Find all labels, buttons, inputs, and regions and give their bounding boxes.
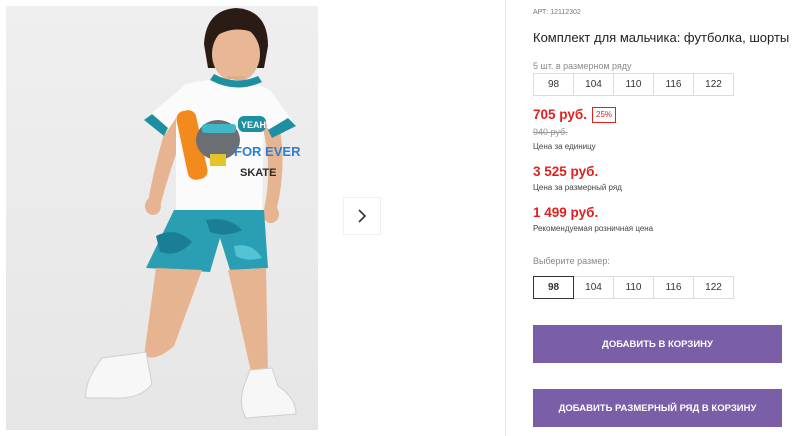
print-forever-text: FOR EVER	[234, 144, 301, 159]
unit-price-caption: Цена за единицу	[533, 142, 596, 151]
column-divider	[505, 0, 506, 436]
boy-illustration: YEAH! FOR EVER SKATE	[6, 6, 318, 430]
product-gallery: YEAH! FOR EVER SKATE	[0, 0, 503, 436]
print-bubble-text: YEAH!	[241, 120, 269, 130]
size-option-122[interactable]: 122	[693, 276, 734, 299]
choose-size-label: Выберите размер:	[533, 256, 610, 266]
retail-price: 1 499 руб.	[533, 205, 599, 220]
size-option-104[interactable]: 104	[573, 276, 614, 299]
size-row-cell: 116	[653, 73, 694, 96]
size-option-98[interactable]: 98	[533, 276, 574, 299]
size-row-cell: 110	[613, 73, 654, 96]
retail-price-caption: Рекомендуемая розничная цена	[533, 224, 654, 233]
print-skate-text: SKATE	[240, 167, 276, 179]
article-number: АРТ: 12112302	[533, 9, 581, 16]
size-row-table: 98 104 110 116 122	[533, 73, 734, 96]
size-picker: 98 104 110 116 122	[533, 276, 734, 299]
size-option-116[interactable]: 116	[653, 276, 694, 299]
size-row-cell: 104	[573, 73, 614, 96]
add-to-cart-button[interactable]: ДОБАВИТЬ В КОРЗИНУ	[533, 325, 782, 363]
discount-badge: 25%	[592, 107, 617, 123]
old-price: 940 руб.	[533, 127, 568, 137]
size-row-cell: 98	[533, 73, 574, 96]
add-size-row-to-cart-button[interactable]: ДОБАВИТЬ РАЗМЕРНЫЙ РЯД В КОРЗИНУ	[533, 389, 782, 427]
product-title: Комплект для мальчика: футболка, шорты	[533, 30, 790, 45]
size-row-hint: 5 шт. в размерном ряду	[533, 61, 632, 71]
next-photo-button[interactable]	[343, 197, 381, 235]
row-price: 3 525 руб.	[533, 164, 599, 179]
row-price-caption: Цена за размерный ряд	[533, 183, 622, 192]
product-photo[interactable]: YEAH! FOR EVER SKATE	[6, 6, 318, 430]
size-option-110[interactable]: 110	[613, 276, 654, 299]
size-row-cell: 122	[693, 73, 734, 96]
unit-price: 705 руб.	[533, 107, 587, 122]
chevron-right-icon	[358, 209, 367, 223]
